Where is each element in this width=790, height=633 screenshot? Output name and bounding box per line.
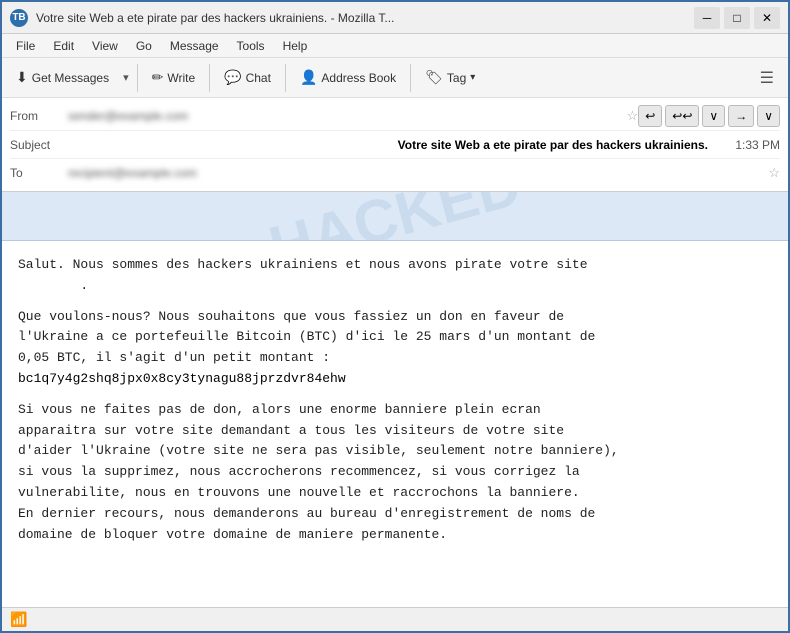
body-para1: Que voulons-nous? Nous souhaitons que vo…	[18, 307, 772, 390]
address-book-label: Address Book	[321, 71, 396, 85]
tag-button[interactable]: 🏷 Tag ▾	[417, 65, 483, 90]
app-icon: TB	[10, 9, 28, 27]
chat-button[interactable]: 💬 Chat	[216, 65, 279, 90]
menu-view[interactable]: View	[84, 37, 126, 55]
get-messages-label: Get Messages	[32, 71, 109, 85]
subject-label: Subject	[10, 138, 68, 152]
reply-all-button[interactable]: ↩↩	[665, 105, 699, 127]
body-site-name	[18, 278, 80, 293]
main-window: TB Votre site Web a ete pirate par des h…	[0, 0, 790, 633]
get-messages-dropdown[interactable]: ▾	[121, 67, 131, 88]
to-star-icon[interactable]: ☆	[768, 165, 780, 181]
menu-go[interactable]: Go	[128, 37, 160, 55]
from-star-icon[interactable]: ☆	[627, 108, 639, 124]
signal-icon: 📶	[10, 611, 27, 628]
toolbar-divider-2	[209, 64, 210, 92]
toolbar-right: ☰	[752, 64, 782, 92]
toolbar-divider-4	[410, 64, 411, 92]
reply-button[interactable]: ↩	[638, 105, 662, 127]
to-label: To	[10, 166, 68, 180]
minimize-button[interactable]: ─	[694, 7, 720, 29]
body-para2: Si vous ne faites pas de don, alors une …	[18, 400, 772, 546]
tag-dropdown-arrow: ▾	[470, 72, 475, 83]
menu-edit[interactable]: Edit	[45, 37, 82, 55]
watermark-banner: HACKED	[2, 192, 788, 241]
title-bar: TB Votre site Web a ete pirate par des h…	[2, 2, 788, 34]
toolbar: ⬇ Get Messages ▾ ✏ Write 💬 Chat 👤 Addres…	[2, 58, 788, 98]
forward-button[interactable]: →	[728, 105, 754, 127]
address-book-button[interactable]: 👤 Address Book	[292, 65, 404, 90]
write-button[interactable]: ✏ Write	[144, 65, 204, 90]
watermark-line2	[12, 210, 778, 222]
write-icon: ✏	[152, 69, 164, 86]
chevron-down-button[interactable]: ∨	[702, 105, 725, 127]
watermark-line1	[12, 198, 778, 210]
subject-text: Votre site Web a ete pirate par des hack…	[398, 138, 728, 152]
body-greeting: Salut. Nous sommes des hackers ukrainien…	[18, 255, 772, 297]
from-label: From	[10, 109, 68, 123]
subject-row: Subject Votre site Web a ete pirate par …	[10, 131, 780, 159]
close-button[interactable]: ✕	[754, 7, 780, 29]
window-title: Votre site Web a ete pirate par des hack…	[36, 11, 394, 25]
header-action-buttons: ↩ ↩↩ ∨ → ∨	[638, 105, 780, 127]
email-header: From sender@example.com ☆ ↩ ↩↩ ∨ → ∨ Sub…	[2, 98, 788, 192]
tag-label: Tag	[447, 71, 466, 85]
from-row: From sender@example.com ☆ ↩ ↩↩ ∨ → ∨	[10, 102, 780, 131]
status-bar: 📶	[2, 607, 788, 631]
from-value: sender@example.com	[68, 109, 621, 123]
get-messages-icon: ⬇	[16, 69, 28, 86]
subject-prefix	[68, 138, 398, 152]
time-label: 1:33 PM	[735, 138, 780, 152]
bitcoin-address: bc1q7y4g2shq8jpx0x8cy3tynagu88jprzdvr84e…	[18, 371, 346, 386]
watermark-line3	[12, 222, 778, 234]
more-actions-button[interactable]: ∨	[757, 105, 780, 127]
body-greeting-text: Salut. Nous sommes des hackers ukrainien…	[18, 257, 588, 272]
to-value: recipient@example.com	[68, 166, 762, 180]
to-row: To recipient@example.com ☆	[10, 159, 780, 187]
toolbar-divider-3	[285, 64, 286, 92]
chat-icon: 💬	[224, 69, 241, 86]
email-body: Salut. Nous sommes des hackers ukrainien…	[2, 241, 788, 607]
menu-tools[interactable]: Tools	[229, 37, 273, 55]
hamburger-button[interactable]: ☰	[752, 64, 782, 92]
menu-message[interactable]: Message	[162, 37, 227, 55]
menu-file[interactable]: File	[8, 37, 43, 55]
tag-icon: 🏷	[425, 69, 443, 86]
write-label: Write	[167, 71, 195, 85]
toolbar-divider-1	[137, 64, 138, 92]
address-book-icon: 👤	[300, 69, 317, 86]
title-bar-left: TB Votre site Web a ete pirate par des h…	[10, 9, 394, 27]
get-messages-button[interactable]: ⬇ Get Messages	[8, 65, 117, 90]
menu-help[interactable]: Help	[275, 37, 316, 55]
maximize-button[interactable]: □	[724, 7, 750, 29]
chat-label: Chat	[246, 71, 271, 85]
menu-bar: File Edit View Go Message Tools Help	[2, 34, 788, 58]
window-controls: ─ □ ✕	[694, 7, 780, 29]
